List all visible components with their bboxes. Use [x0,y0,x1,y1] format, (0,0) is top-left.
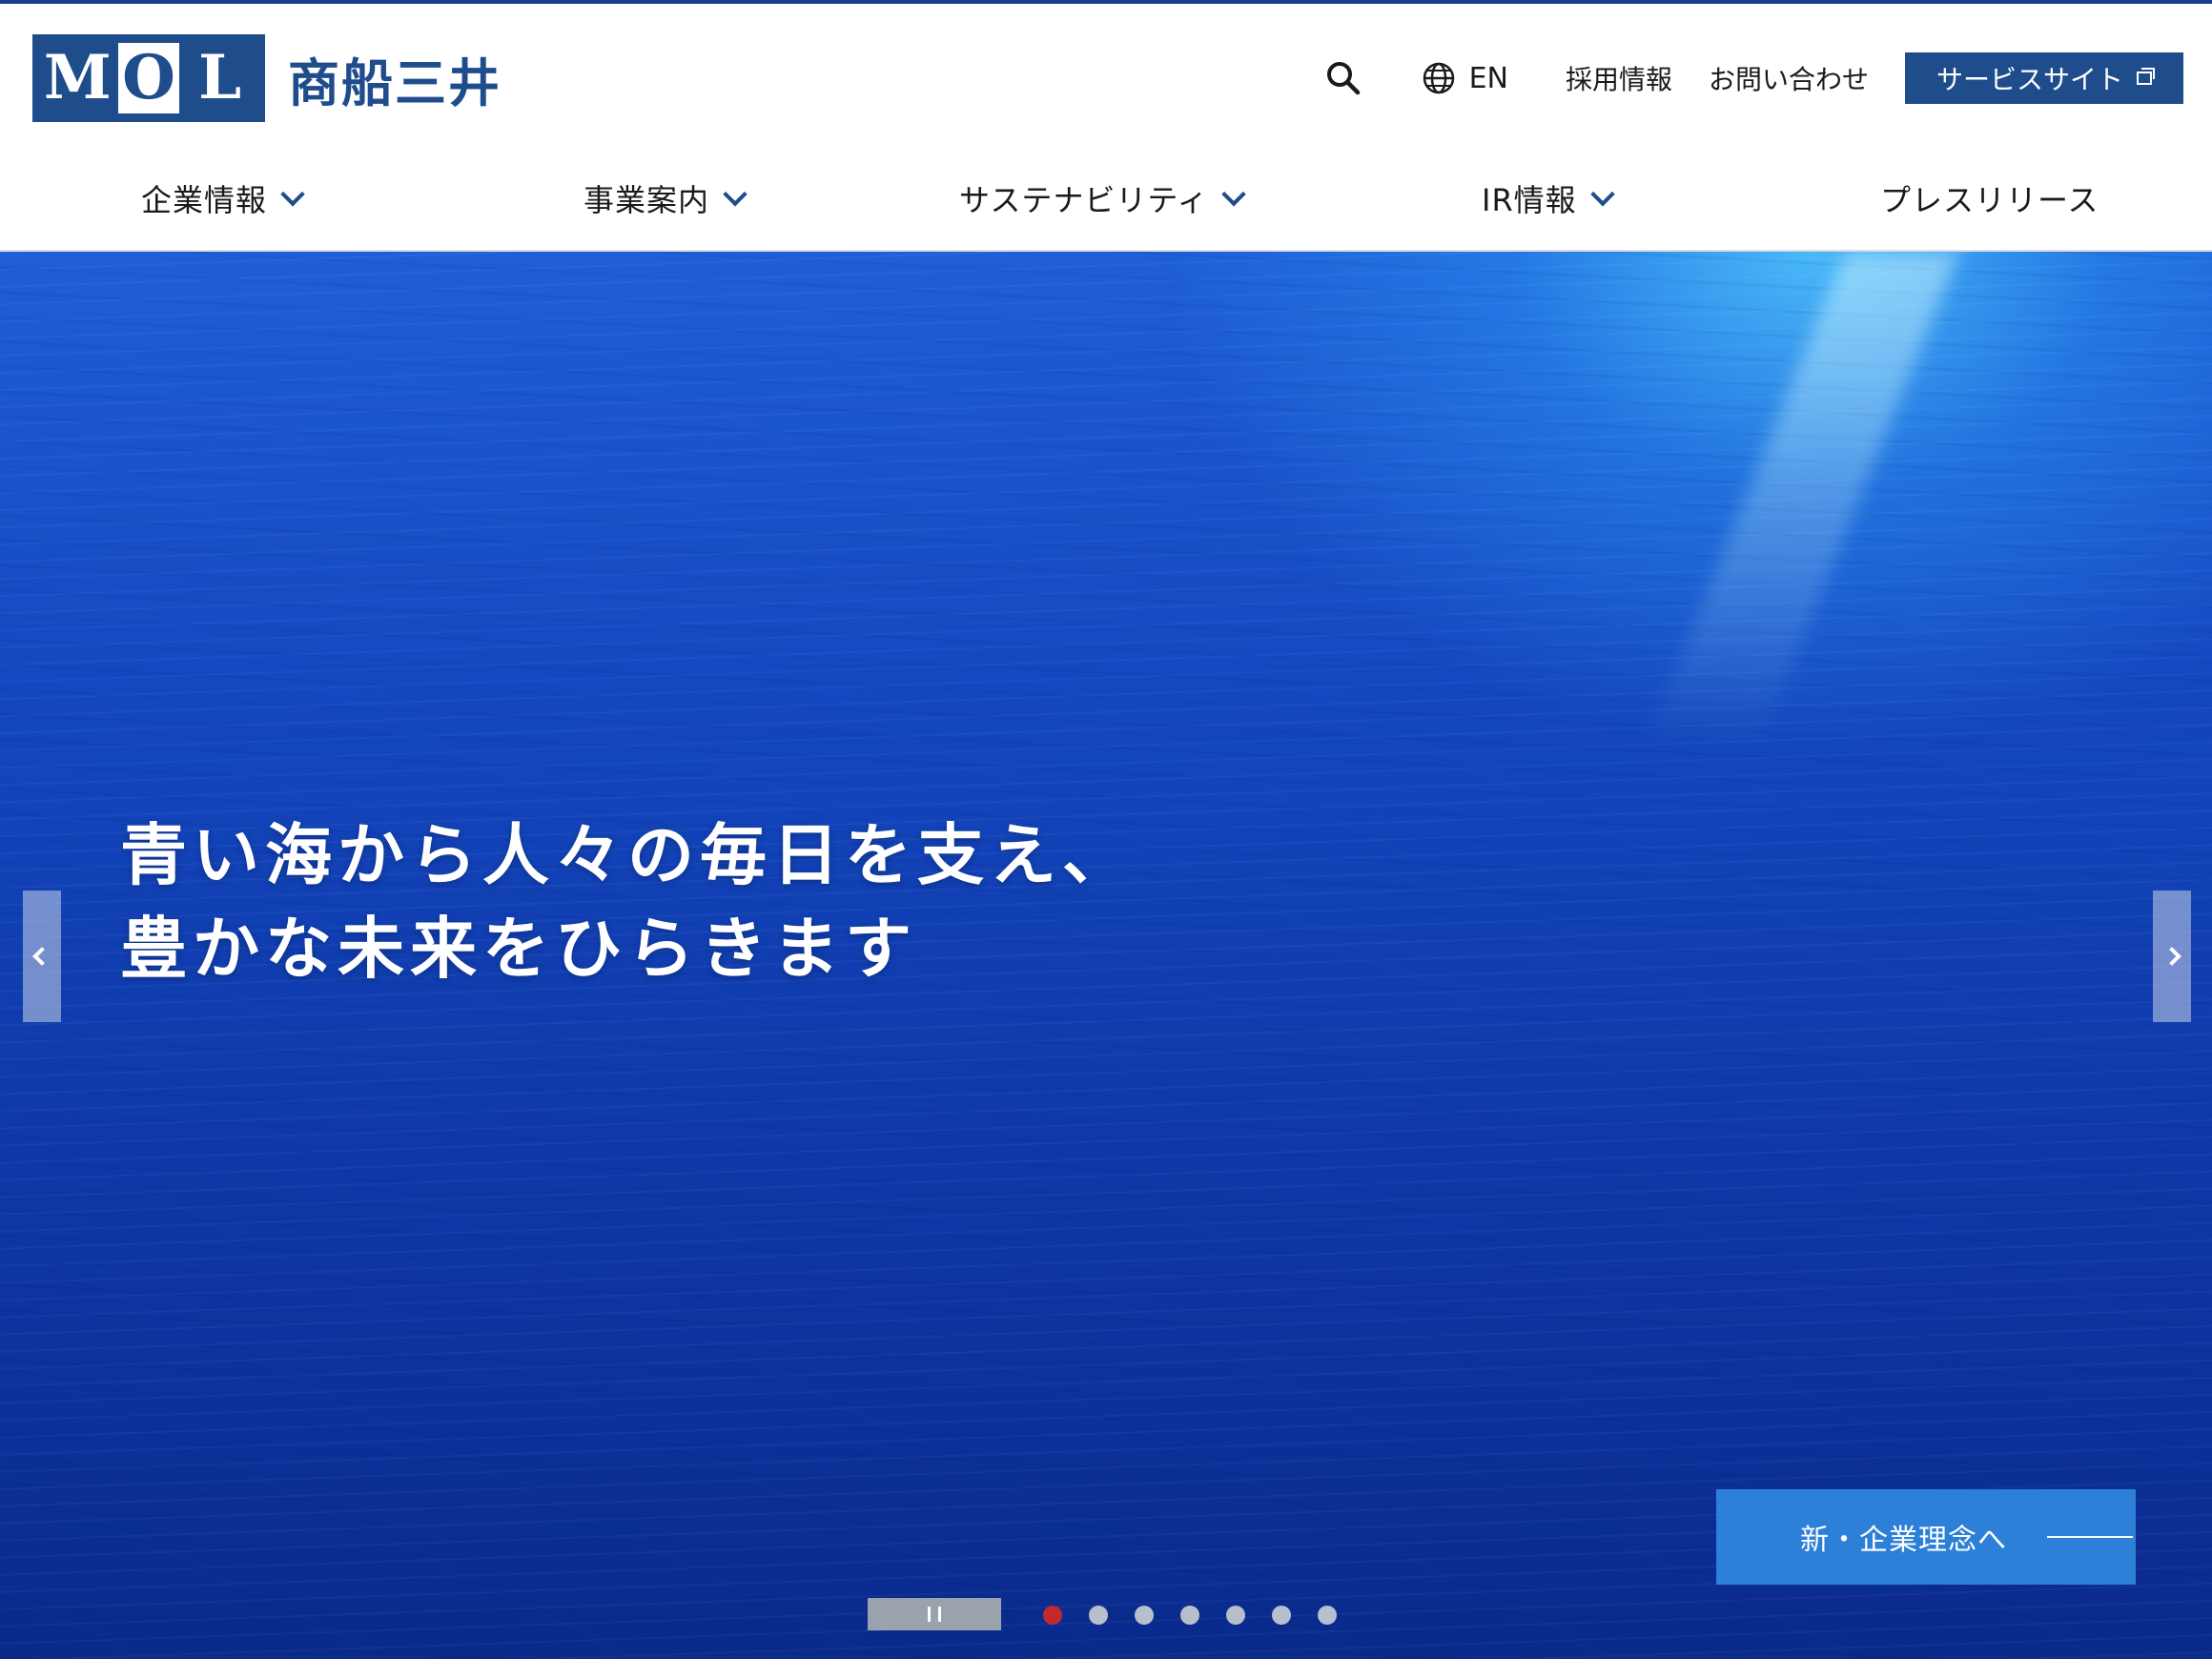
contact-link[interactable]: お問い合わせ [1709,59,1869,97]
service-site-label: サービスサイト [1936,64,2123,95]
nav-corporate-label: 企業情報 [141,182,268,218]
service-site-button[interactable]: サービスサイト [1905,52,2183,104]
site-header: M O L 商船三井 EN 採用情報 お問い合わせ サービスサイト 企業情報 事… [0,0,2212,252]
logo-mark: M O L [32,34,265,122]
logo-letter-o: O [117,43,179,113]
nav-press-release-label: プレスリリース [1880,182,2099,218]
chevron-left-icon [32,947,51,966]
chevron-down-icon [723,182,748,207]
logo-letter-l: L [198,42,242,113]
external-link-icon [2137,68,2155,85]
nav-press-release[interactable]: プレスリリース [1880,176,2099,220]
global-nav: 企業情報 事業案内 サステナビリティ IR情報 プレスリリース [0,166,2212,231]
language-label: EN [1468,61,1508,95]
philosophy-cta-button[interactable]: 新・企業理念へ [1716,1489,2136,1585]
slide-dot-6[interactable] [1272,1606,1291,1625]
cta-label: 新・企業理念へ [1800,1524,2007,1557]
nav-ir[interactable]: IR情報 [1482,176,1615,220]
cta-line-decoration [2047,1536,2133,1538]
slide-dot-3[interactable] [1135,1606,1154,1625]
slide-dot-4[interactable] [1180,1606,1199,1625]
page: M O L 商船三井 EN 採用情報 お問い合わせ サービスサイト 企業情報 事… [0,0,2212,1659]
search-icon[interactable] [1321,55,1366,101]
pause-button[interactable] [868,1598,1001,1630]
slider-controls [0,1596,2212,1634]
slider-next-button[interactable] [2153,891,2191,1022]
logo-letter-m: M [43,42,112,113]
slide-dot-7[interactable] [1318,1606,1337,1625]
nav-sustainability[interactable]: サステナビリティ [959,176,1247,220]
chevron-right-icon [2162,947,2181,966]
hero-headline-line2: 豊かな未来をひらきます [120,909,917,988]
nav-ir-label: IR情報 [1482,182,1577,218]
slide-dot-5[interactable] [1226,1606,1245,1625]
nav-corporate[interactable]: 企業情報 [141,176,305,220]
globe-icon [1423,62,1454,94]
chevron-down-icon [280,182,305,207]
chevron-down-icon [1589,182,1615,207]
hero-headline: 青い海から人々の毎日を支え、 豊かな未来をひらきます [120,809,1135,995]
careers-link[interactable]: 採用情報 [1566,59,1672,97]
language-switch[interactable]: EN [1422,61,1508,95]
nav-business[interactable]: 事業案内 [584,176,748,220]
nav-sustainability-label: サステナビリティ [959,182,1209,218]
logo-company-name: 商船三井 [288,52,502,113]
pause-icon [928,1607,941,1622]
nav-business-label: 事業案内 [584,182,710,218]
slide-dot-2[interactable] [1089,1606,1108,1625]
hero-slider: 青い海から人々の毎日を支え、 豊かな未来をひらきます 新・企業理念へ [0,252,2212,1659]
slide-dot-1[interactable] [1043,1606,1062,1625]
slider-prev-button[interactable] [23,891,61,1022]
chevron-down-icon [1221,182,1247,207]
utility-nav: EN 採用情報 お問い合わせ サービスサイト [1321,48,2183,109]
logo[interactable]: M O L 商船三井 [32,34,502,122]
hero-headline-line1: 青い海から人々の毎日を支え、 [120,815,1135,894]
